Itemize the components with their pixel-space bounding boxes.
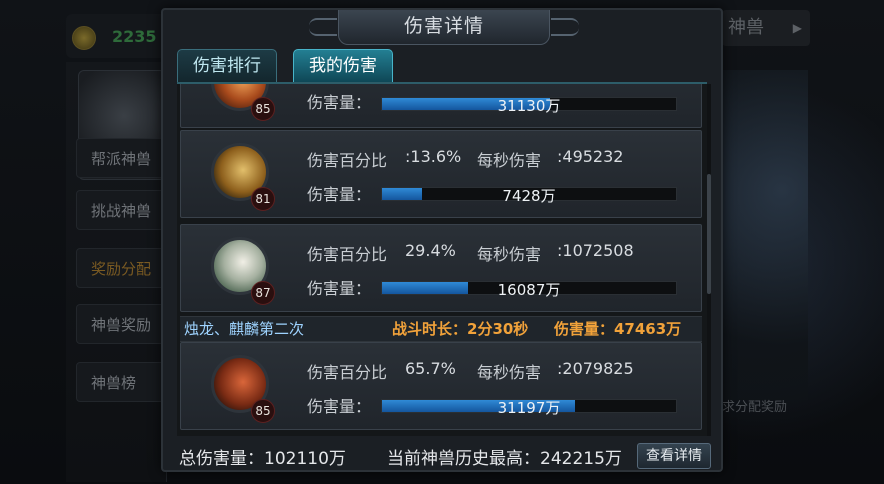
battle-duration: 战斗时长：2分30秒 xyxy=(392,320,529,338)
damage-list[interactable]: 85 伤害量： 31130万 81 伤害百分比 :13.6% 每秒伤害 :495… xyxy=(177,84,709,436)
damage-amount: 7428万 xyxy=(502,187,556,205)
damage-amount: 16087万 xyxy=(497,281,561,299)
gold-coin-icon xyxy=(72,26,96,50)
chevron-right-icon: ▶ xyxy=(792,21,802,35)
level-badge: 81 xyxy=(251,187,275,211)
damage-label: 伤害量： xyxy=(307,93,372,112)
list-scrollbar[interactable] xyxy=(707,84,711,436)
percent-value: 65.7% xyxy=(405,359,456,378)
dps-value: :2079825 xyxy=(557,359,634,378)
total-damage: 总伤害量：102110万 xyxy=(179,449,346,469)
damage-row: 81 伤害百分比 :13.6% 每秒伤害 :495232 伤害量： 7428万 xyxy=(180,130,702,218)
level-badge: 85 xyxy=(251,97,275,121)
damage-label: 伤害量： xyxy=(307,397,372,416)
damage-label: 伤害量： xyxy=(307,185,372,204)
battle-damage: 伤害量：47463万 xyxy=(554,320,682,338)
damage-label: 伤害量： xyxy=(307,279,372,298)
dialog-title: 伤害详情 xyxy=(403,15,484,37)
tab-my-damage[interactable]: 我的伤害 xyxy=(293,49,393,82)
battle-summary-bar: 烛龙、麒麟第二次 战斗时长：2分30秒 伤害量：47463万 xyxy=(180,316,702,342)
beast-history-best: 当前神兽历史最高：242215万 xyxy=(387,449,622,469)
side-item-guild-beast: 帮派神兽 xyxy=(76,138,166,178)
gold-amount: 2235 xyxy=(112,27,157,46)
beast-side-menu: 帮派神兽 挑战神兽 奖励分配 神兽奖励 神兽榜 xyxy=(66,62,167,482)
side-item-beast-reward: 神兽奖励 xyxy=(76,304,166,344)
side-item-beast-rank: 神兽榜 xyxy=(76,362,166,402)
reward-caption: 求分配奖励 xyxy=(722,400,788,415)
percent-value: :13.6% xyxy=(405,147,462,166)
percent-value: 29.4% xyxy=(405,241,456,260)
view-details-button[interactable]: 查看详情 xyxy=(637,443,711,469)
percent-label: 伤害百分比 xyxy=(307,363,388,382)
dps-label: 每秒伤害 xyxy=(477,151,542,170)
level-badge: 87 xyxy=(251,281,275,305)
damage-amount: 31197万 xyxy=(497,399,561,417)
tab-damage-ranking[interactable]: 伤害排行 xyxy=(177,49,277,82)
damage-bar: 31130万 xyxy=(381,97,677,115)
damage-row: 87 伤害百分比 29.4% 每秒伤害 :1072508 伤害量： 16087万 xyxy=(180,224,702,312)
level-badge: 85 xyxy=(251,399,275,423)
battle-name: 烛龙、麒麟第二次 xyxy=(184,320,305,338)
percent-label: 伤害百分比 xyxy=(307,245,388,264)
right-beast-tab: 神兽 ▶ xyxy=(722,10,810,46)
damage-detail-dialog: 伤害详情 伤害排行 我的伤害 85 伤害量： 31130万 81 伤害百分比 :… xyxy=(161,8,723,472)
percent-label: 伤害百分比 xyxy=(307,151,388,170)
scrollbar-thumb[interactable] xyxy=(707,174,711,294)
beast-artwork xyxy=(712,70,808,400)
dps-label: 每秒伤害 xyxy=(477,363,542,382)
right-tab-label: 神兽 xyxy=(728,17,764,38)
side-item-reward-assign: 奖励分配 xyxy=(76,248,166,288)
damage-row: 85 伤害百分比 65.7% 每秒伤害 :2079825 伤害量： 31197万 xyxy=(180,342,702,430)
damage-amount: 31130万 xyxy=(497,97,561,115)
dps-value: :1072508 xyxy=(557,241,634,260)
side-item-challenge: 挑战神兽 xyxy=(76,190,166,230)
dps-label: 每秒伤害 xyxy=(477,245,542,264)
title-plate: 伤害详情 xyxy=(309,10,579,45)
dps-value: :495232 xyxy=(557,147,624,166)
damage-row: 85 伤害量： 31130万 xyxy=(180,84,702,128)
damage-bar: 31197万 xyxy=(381,399,677,417)
damage-bar: 16087万 xyxy=(381,281,677,299)
damage-bar: 7428万 xyxy=(381,187,677,205)
